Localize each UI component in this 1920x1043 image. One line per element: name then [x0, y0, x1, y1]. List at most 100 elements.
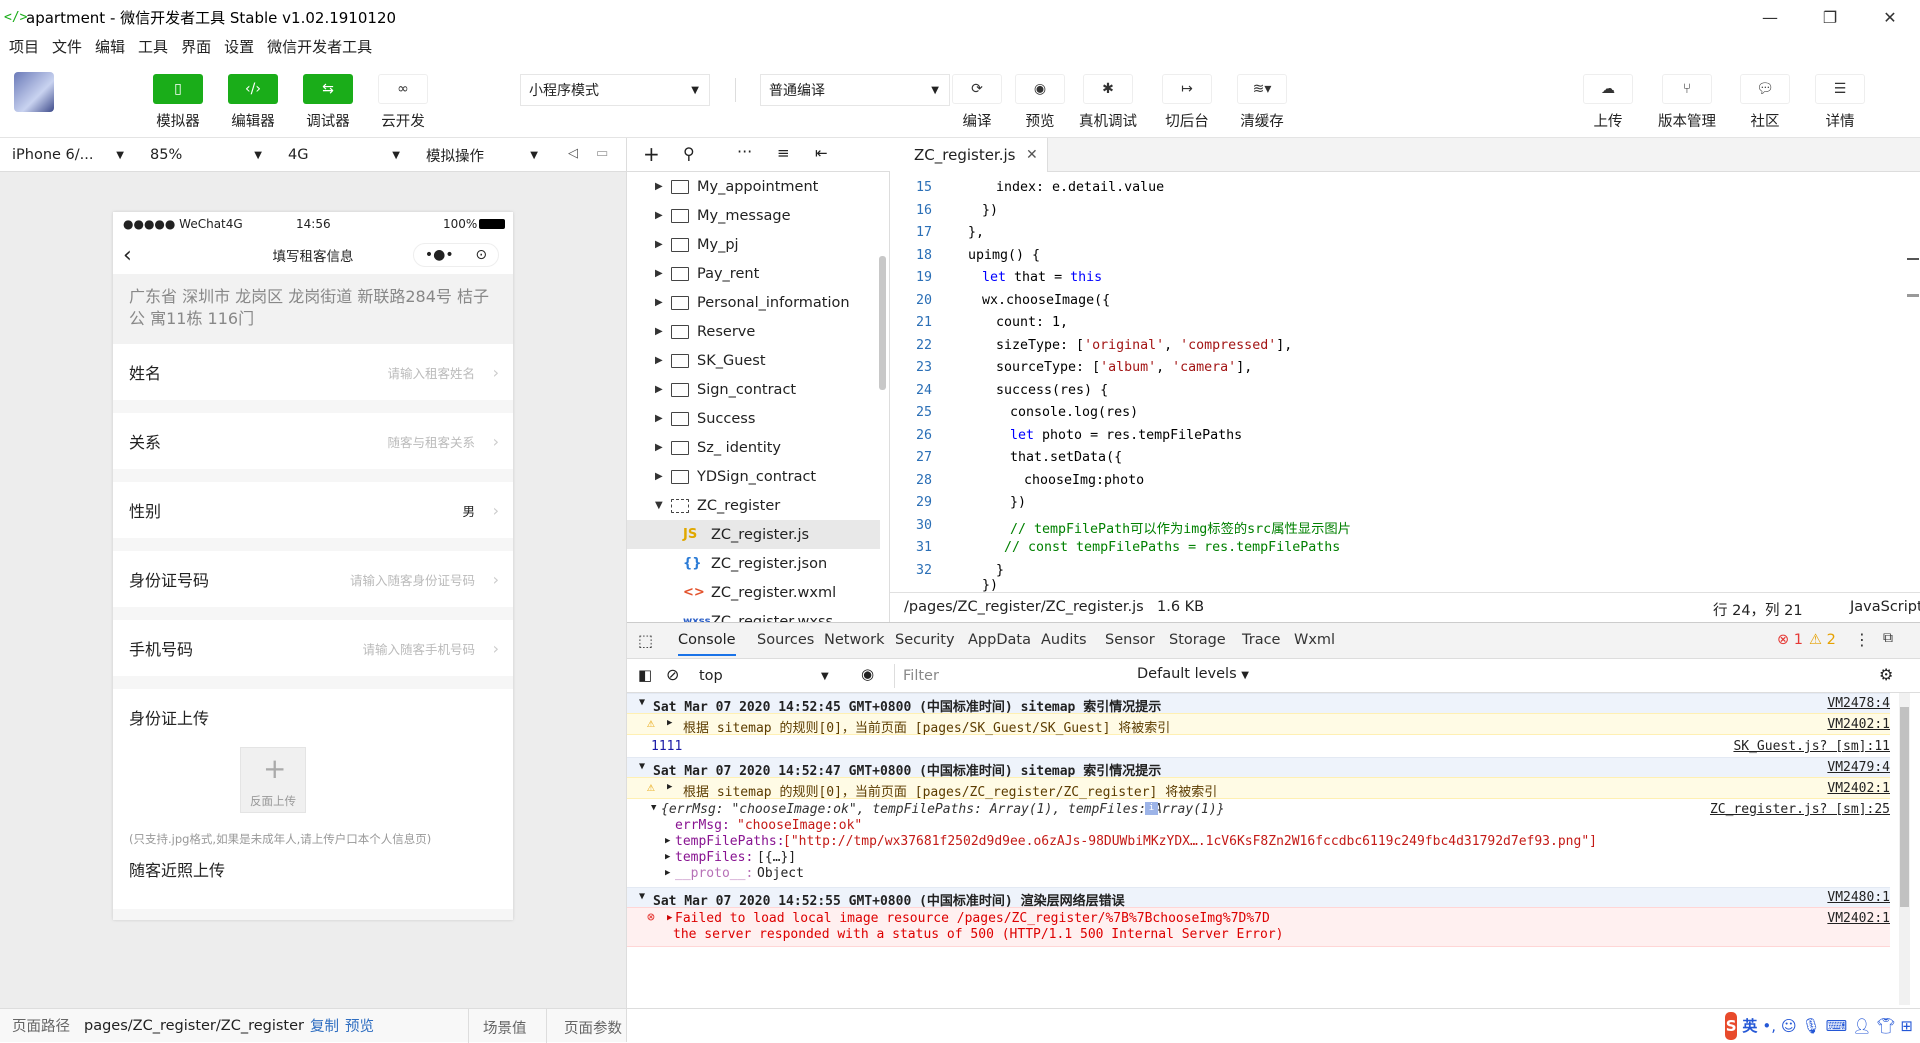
folder-item[interactable]: ▶ Pay_rent — [627, 259, 880, 288]
code-line[interactable]: 26 let photo = res.tempFilePaths — [890, 428, 1890, 451]
tab-audits[interactable]: Audits — [1041, 632, 1087, 648]
code-line[interactable]: 19 let that = this — [890, 270, 1890, 293]
menu-edit[interactable]: 编辑 — [95, 36, 125, 57]
error-count-badge[interactable]: ⊗ 1 — [1777, 632, 1803, 648]
operation-select[interactable]: 模拟操作 ▼ — [426, 142, 538, 168]
file-item[interactable]: {} ZC_register.json — [627, 549, 880, 578]
folder-item[interactable]: ▶ Reserve — [627, 317, 880, 346]
folder-item[interactable]: ▶ Personal_information — [627, 288, 880, 317]
code-line[interactable]: 15 index: e.detail.value — [890, 180, 1890, 203]
tab-wxml[interactable]: Wxml — [1294, 632, 1335, 648]
code-editor[interactable]: ({ 15index: e.detail.value16})17},18upim… — [890, 172, 1920, 592]
id-number-field[interactable]: 身份证号码 请输入随客身份证号码 › — [113, 551, 513, 607]
details-button[interactable]: ☰ 详情 — [1805, 74, 1875, 131]
debugger-button[interactable]: ⇆ 调试器 — [293, 74, 363, 131]
code-line[interactable]: 18 upimg() { — [890, 248, 1890, 271]
code-line[interactable]: 25 console.log(res) — [890, 405, 1890, 428]
collapse-icon[interactable]: ≡ — [777, 144, 790, 162]
editor-tab-active[interactable]: ZC_register.js ✕ — [890, 138, 1048, 172]
code-line[interactable]: 30 // tempFilePath可以作为img标签的src属性显示图片 — [890, 518, 1890, 541]
community-button[interactable]: 💬︎ 社区 — [1730, 74, 1800, 131]
emoji-icon[interactable]: ☺ — [1781, 1017, 1797, 1035]
console-scrollbar-thumb[interactable] — [1900, 707, 1909, 907]
folder-item[interactable]: ▶ My_pj — [627, 230, 880, 259]
console-group-header[interactable]: ▼ Sat Mar 07 2020 14:52:47 GMT+0800 (中国标… — [627, 757, 1890, 779]
preview-path-link[interactable]: 预览 — [345, 1015, 374, 1036]
grid-icon[interactable]: ⊞ — [1900, 1017, 1913, 1035]
console-group-header[interactable]: ▼ Sat Mar 07 2020 14:52:55 GMT+0800 (中国标… — [627, 887, 1890, 909]
mode-select[interactable]: 小程序模式 ▼ — [520, 74, 710, 106]
search-icon[interactable]: ⚲ — [683, 144, 695, 163]
version-manage-button[interactable]: ⑂ 版本管理 — [1652, 74, 1722, 131]
close-circle-icon[interactable]: ⊙ — [475, 247, 487, 263]
phone-number-field[interactable]: 手机号码 请输入随客手机号码 › — [113, 620, 513, 676]
tab-sensor[interactable]: Sensor — [1105, 632, 1155, 648]
file-item[interactable]: <> ZC_register.wxml — [627, 578, 880, 607]
cloud-dev-button[interactable]: ∞ 云开发 — [368, 74, 438, 131]
tab-appdata[interactable]: AppData — [968, 632, 1031, 648]
warning-count-badge[interactable]: ⚠ 2 — [1809, 632, 1836, 648]
page-params-button[interactable]: 页面参数 — [564, 1017, 622, 1038]
name-field[interactable]: 姓名 请输入租客姓名 › — [113, 344, 513, 400]
folder-item[interactable]: ▶ SK_Guest — [627, 346, 880, 375]
menu-tools[interactable]: 工具 — [138, 36, 168, 57]
folder-item-open[interactable]: ▼ ZC_register — [627, 491, 880, 520]
folder-item[interactable]: ▶ Success — [627, 404, 880, 433]
tab-security[interactable]: Security — [895, 632, 955, 648]
code-line[interactable]: 21 count: 1, — [890, 315, 1890, 338]
folder-item[interactable]: ▶ My_message — [627, 201, 880, 230]
tab-sources[interactable]: Sources — [757, 632, 814, 648]
clear-cache-button[interactable]: ≋▾ 清缓存 — [1227, 74, 1297, 131]
device-select[interactable]: iPhone 6/... ▼ — [12, 142, 124, 168]
inspect-icon[interactable]: ⬚ — [638, 631, 653, 650]
real-device-debug-button[interactable]: ✱ 真机调试 — [1073, 74, 1143, 131]
menu-settings[interactable]: 设置 — [224, 36, 254, 57]
add-icon[interactable]: + — [643, 142, 660, 166]
menu-project[interactable]: 项目 — [9, 36, 39, 57]
file-item-selected[interactable]: JS ZC_register.js — [627, 520, 880, 549]
eye-icon[interactable]: ◉ — [861, 665, 874, 683]
ime-toolbar[interactable]: S 英 •, ☺ 🎙︎ ⌨ 👤︎ 👕︎ ⊞ — [1725, 1010, 1913, 1041]
caret-right-icon[interactable]: ▶ — [665, 868, 670, 878]
copy-path-link[interactable]: 复制 — [310, 1015, 339, 1036]
menu-file[interactable]: 文件 — [52, 36, 82, 57]
cursor-position[interactable]: 行 24，列 21 — [1713, 599, 1803, 620]
compile-select[interactable]: 普通编译 ▼ — [760, 74, 950, 106]
caret-right-icon[interactable]: ▶ — [667, 718, 672, 728]
sogou-ime-icon[interactable]: S — [1725, 1011, 1738, 1040]
caret-right-icon[interactable]: ▶ — [667, 913, 672, 923]
tab-console[interactable]: Console — [678, 632, 736, 656]
background-button[interactable]: ↦ 切后台 — [1152, 74, 1222, 131]
editor-button[interactable]: ‹/› 编辑器 — [218, 74, 288, 131]
sidebar-toggle-icon[interactable]: ◧ — [638, 666, 652, 684]
relation-field[interactable]: 关系 随客与租客关系 › — [113, 413, 513, 469]
code-line[interactable]: 29}) — [890, 495, 1890, 518]
punctuation-icon[interactable]: •, — [1762, 1017, 1776, 1035]
scene-value-button[interactable]: 场景值 — [483, 1017, 527, 1038]
folder-item[interactable]: ▶ YDSign_contract — [627, 462, 880, 491]
code-line[interactable]: 28 chooseImg:photo — [890, 473, 1890, 496]
code-line[interactable]: 22 sizeType: ['original', 'compressed'], — [890, 338, 1890, 361]
code-line[interactable]: 24 success(res) { — [890, 383, 1890, 406]
network-select[interactable]: 4G ▼ — [288, 142, 400, 168]
folder-item[interactable]: ▶ My_appointment — [627, 172, 880, 201]
upload-button[interactable]: ☁ 上传 — [1573, 74, 1643, 131]
language-mode[interactable]: JavaScript — [1850, 599, 1920, 615]
window-icon[interactable]: ▭ — [596, 146, 608, 161]
clear-console-icon[interactable]: ⊘ — [666, 665, 679, 684]
tab-network[interactable]: Network — [824, 632, 885, 648]
minimize-button[interactable]: — — [1740, 0, 1800, 34]
caret-right-icon[interactable]: ▶ — [665, 852, 670, 862]
settings-gear-icon[interactable]: ⚙ — [1879, 665, 1893, 684]
compile-button[interactable]: ⟳ 编译 — [942, 74, 1012, 131]
restore-button[interactable]: ❐ — [1800, 0, 1860, 34]
simulator-button[interactable]: ▯ 模拟器 — [143, 74, 213, 131]
folder-item[interactable]: ▶ Sz_ identity — [627, 433, 880, 462]
sidebar-toggle-icon[interactable]: ⇤ — [815, 144, 828, 162]
kebab-menu-icon[interactable]: ⋮ — [1854, 630, 1870, 649]
menu-wechat-devtools[interactable]: 微信开发者工具 — [267, 36, 372, 57]
code-line[interactable]: 23 sourceType: ['album', 'camera'], — [890, 360, 1890, 383]
user-icon[interactable]: 👤︎ — [1852, 1017, 1871, 1035]
code-line[interactable]: 16}) — [890, 203, 1890, 226]
microphone-icon[interactable]: 🎙︎ — [1802, 1017, 1821, 1035]
